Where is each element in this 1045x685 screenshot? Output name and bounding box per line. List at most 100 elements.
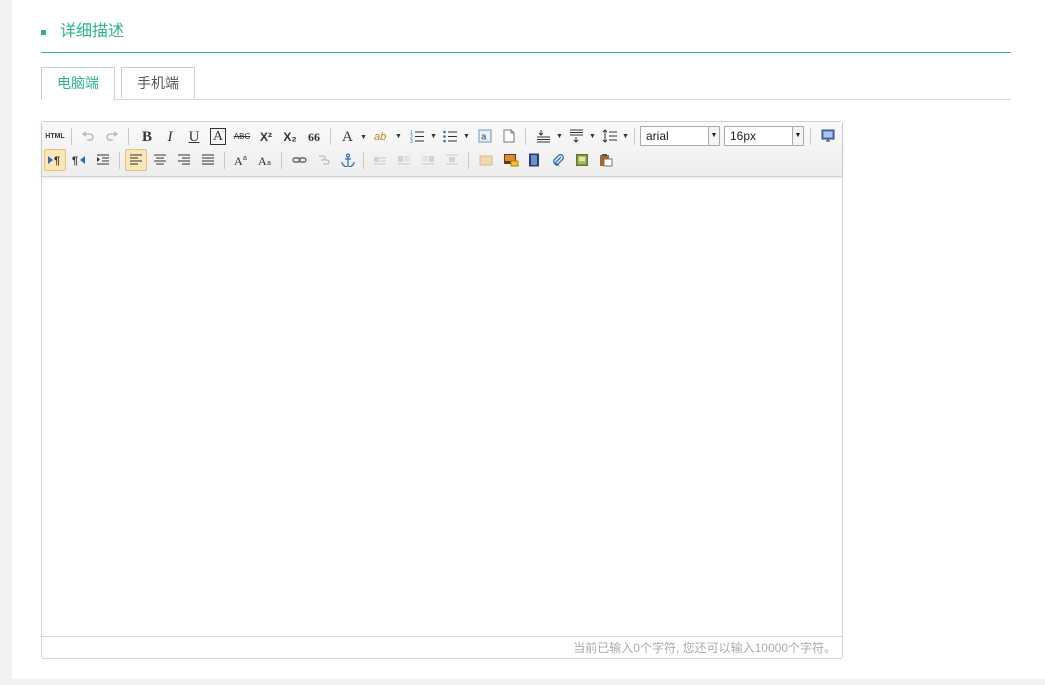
align-justify-icon bbox=[202, 154, 214, 165]
toolbar-separator bbox=[363, 152, 364, 169]
rich-text-editor: HTML B I U A ABC X² X₂ 66 A ▼ ab ▼ 1 2 3… bbox=[41, 121, 843, 659]
line-height-button[interactable]: ▼ bbox=[598, 125, 629, 147]
simple-upload-button[interactable] bbox=[475, 149, 497, 171]
italic-button[interactable]: I bbox=[159, 125, 181, 147]
anchor-button[interactable] bbox=[336, 149, 358, 171]
insert-image-icon bbox=[504, 154, 519, 167]
unlink-button[interactable] bbox=[312, 149, 334, 171]
chevron-down-icon: ▼ bbox=[708, 127, 719, 145]
uppercase-button[interactable]: Aa bbox=[230, 149, 252, 171]
align-center-icon bbox=[154, 154, 166, 165]
lowercase-button[interactable]: Aa bbox=[254, 149, 276, 171]
undo-button[interactable] bbox=[77, 125, 99, 147]
toolbar-separator bbox=[525, 128, 526, 145]
anchor-icon bbox=[341, 153, 355, 167]
align-left-button[interactable] bbox=[125, 149, 147, 171]
html-source-button[interactable]: HTML bbox=[44, 125, 66, 147]
direction-rtl-button[interactable]: ¶ bbox=[68, 149, 90, 171]
tab-mobile[interactable]: 手机端 bbox=[121, 67, 195, 98]
indent-icon bbox=[97, 154, 109, 165]
section-bullet-icon bbox=[41, 30, 46, 35]
chevron-down-icon: ▼ bbox=[792, 127, 803, 145]
simple-upload-icon bbox=[479, 155, 493, 166]
forecolor-button[interactable]: A ▼ bbox=[337, 125, 367, 147]
redo-icon bbox=[106, 131, 118, 141]
svg-text:A: A bbox=[258, 154, 267, 167]
toolbar-separator bbox=[128, 128, 129, 145]
preview-icon bbox=[821, 129, 835, 142]
paragraph-spacing-top-button[interactable]: ▼ bbox=[532, 125, 563, 147]
chevron-down-icon: ▼ bbox=[463, 133, 470, 140]
paste-button[interactable] bbox=[595, 149, 617, 171]
unlink-icon bbox=[319, 155, 330, 165]
image-center-button[interactable] bbox=[441, 149, 463, 171]
toolbar-separator bbox=[330, 128, 331, 145]
line-height-icon bbox=[602, 129, 617, 143]
attachment-icon bbox=[553, 154, 564, 166]
image-none-button[interactable] bbox=[369, 149, 391, 171]
toolbar-separator bbox=[224, 152, 225, 169]
link-button[interactable] bbox=[288, 149, 310, 171]
bold-button[interactable]: B bbox=[136, 125, 158, 147]
editor-toolbar: HTML B I U A ABC X² X₂ 66 A ▼ ab ▼ 1 2 3… bbox=[42, 122, 842, 177]
row-spacing-top-icon bbox=[537, 130, 550, 143]
chevron-down-icon: ▼ bbox=[622, 133, 629, 140]
blockquote-button[interactable]: 66 bbox=[303, 125, 325, 147]
editor-content-area[interactable] bbox=[42, 177, 842, 637]
select-all-icon: a bbox=[478, 129, 492, 143]
font-border-button[interactable]: A bbox=[207, 125, 229, 147]
svg-text:a: a bbox=[267, 160, 271, 167]
image-left-button[interactable] bbox=[393, 149, 415, 171]
image-none-icon bbox=[374, 157, 386, 165]
forecolor-label: A bbox=[342, 129, 353, 145]
tab-pc[interactable]: 电脑端 bbox=[41, 67, 115, 100]
font-family-select[interactable]: arial ▼ bbox=[640, 126, 720, 146]
redo-button[interactable] bbox=[101, 125, 123, 147]
select-all-button[interactable]: a bbox=[474, 125, 496, 147]
clear-doc-icon bbox=[503, 129, 515, 143]
image-right-icon bbox=[422, 156, 434, 165]
align-center-button[interactable] bbox=[149, 149, 171, 171]
paste-icon bbox=[600, 154, 613, 167]
clear-doc-button[interactable] bbox=[498, 125, 520, 147]
insert-video-button[interactable] bbox=[523, 149, 545, 171]
uppercase-icon: Aa bbox=[234, 154, 247, 167]
unordered-list-icon bbox=[443, 130, 457, 143]
svg-text:3: 3 bbox=[410, 139, 413, 143]
direction-rtl-icon: ¶ bbox=[72, 155, 85, 167]
align-right-button[interactable] bbox=[173, 149, 195, 171]
svg-text:A: A bbox=[234, 154, 243, 167]
svg-text:a: a bbox=[481, 132, 486, 142]
chevron-down-icon: ▼ bbox=[430, 133, 437, 140]
direction-ltr-button[interactable]: ¶ bbox=[44, 149, 66, 171]
indent-button[interactable] bbox=[92, 149, 114, 171]
superscript-button[interactable]: X² bbox=[255, 125, 277, 147]
ordered-list-button[interactable]: 123 ▼ bbox=[406, 125, 437, 147]
font-size-select[interactable]: 16px ▼ bbox=[724, 126, 804, 146]
svg-text:a: a bbox=[243, 155, 247, 162]
backcolor-label: ab bbox=[374, 131, 387, 143]
link-icon bbox=[292, 157, 307, 163]
lowercase-icon: Aa bbox=[258, 154, 271, 167]
preview-button[interactable] bbox=[817, 125, 839, 147]
device-tabs: 电脑端 手机端 bbox=[41, 67, 1011, 100]
ordered-list-icon: 123 bbox=[410, 130, 424, 143]
chevron-down-icon: ▼ bbox=[556, 133, 563, 140]
strikethrough-button[interactable]: ABC bbox=[231, 125, 253, 147]
unordered-list-button[interactable]: ▼ bbox=[439, 125, 470, 147]
toolbar-separator bbox=[71, 128, 72, 145]
font-family-value: arial bbox=[646, 129, 669, 143]
insert-image-button[interactable] bbox=[499, 149, 521, 171]
template-button[interactable] bbox=[571, 149, 593, 171]
underline-button[interactable]: U bbox=[183, 125, 205, 147]
chevron-down-icon: ▼ bbox=[360, 133, 367, 141]
align-justify-button[interactable] bbox=[197, 149, 219, 171]
backcolor-button[interactable]: ab ▼ bbox=[370, 125, 402, 147]
paragraph-spacing-bottom-button[interactable]: ▼ bbox=[565, 125, 596, 147]
subscript-button[interactable]: X₂ bbox=[279, 125, 301, 147]
image-right-button[interactable] bbox=[417, 149, 439, 171]
word-count-status: 当前已输入0个字符, 您还可以输入10000个字符。 bbox=[42, 636, 842, 658]
direction-ltr-icon: ¶ bbox=[48, 155, 60, 167]
font-border-label: A bbox=[209, 128, 227, 145]
attachment-button[interactable] bbox=[547, 149, 569, 171]
